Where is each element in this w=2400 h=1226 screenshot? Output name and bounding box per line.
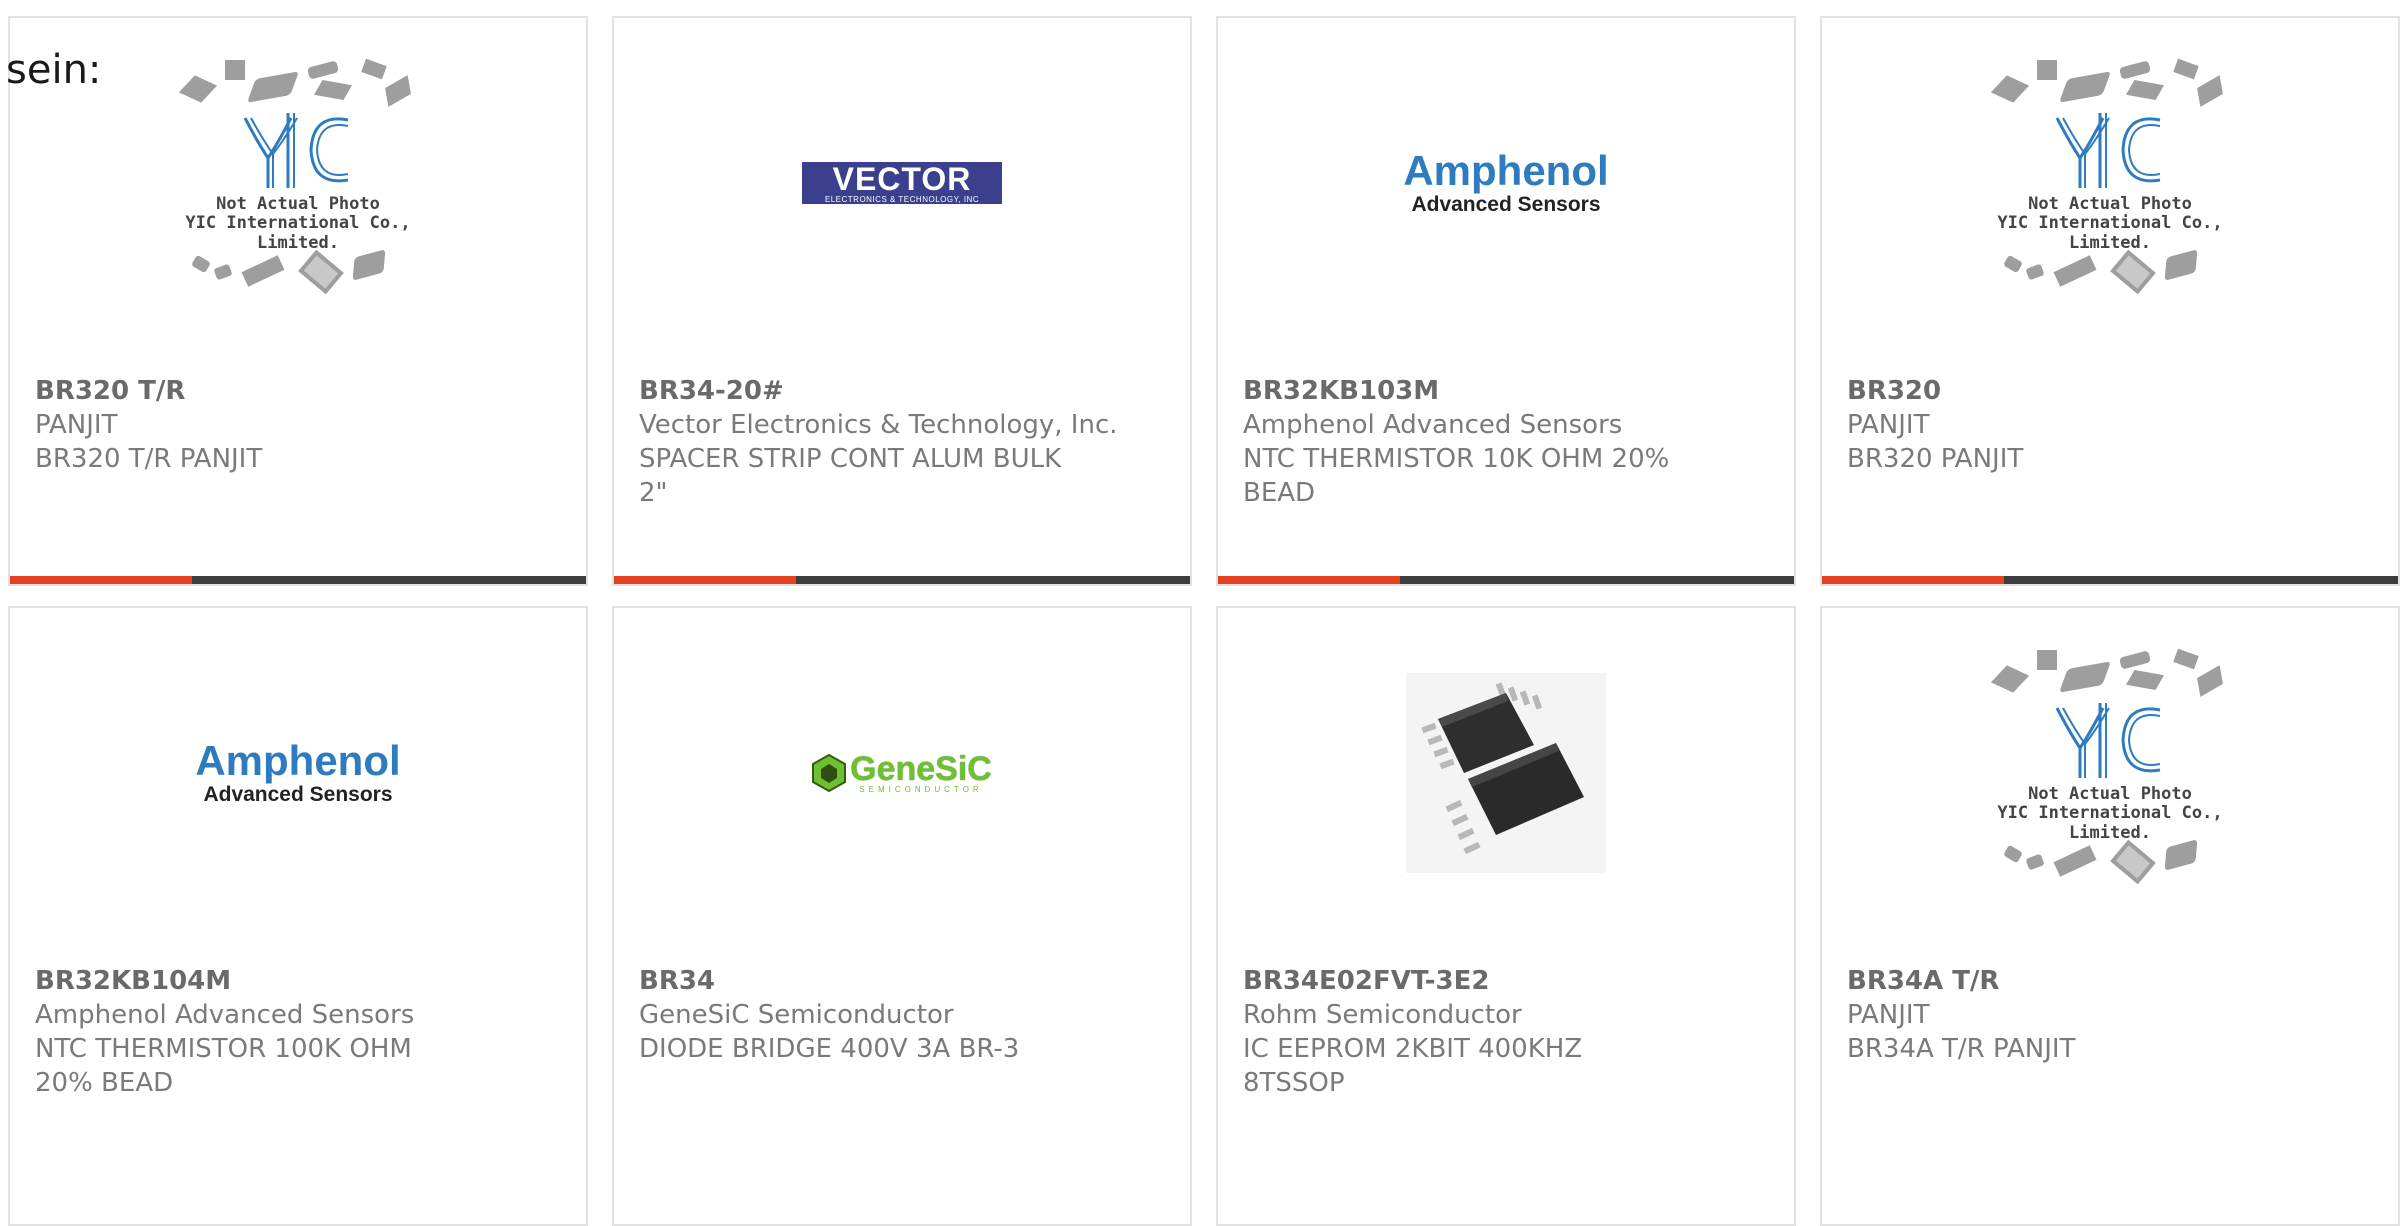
vector-logo: VECTOR ELECTRONICS & TECHNOLOGY, INC	[802, 162, 1002, 204]
product-card[interactable]: Amphenol Advanced Sensors BR32KB103M Amph…	[1216, 16, 1796, 586]
product-info: BR34A T/R PANJIT BR34A T/R PANJIT	[1847, 964, 2367, 1066]
product-image[interactable]: Amphenol Advanced Sensors	[1218, 18, 1794, 348]
product-description: DIODE BRIDGE 400V 3A BR-3	[639, 1034, 1020, 1064]
chip-photo	[1406, 673, 1606, 873]
placeholder-line1: Not Actual Photo	[2028, 194, 2192, 214]
placeholder-image: Not Actual Photo YIC International Co., …	[1975, 648, 2245, 898]
product-image[interactable]: Amphenol Advanced Sensors	[10, 608, 586, 938]
product-card[interactable]: Amphenol Advanced Sensors BR32KB104M Amph…	[8, 606, 588, 1226]
card-bottom-bar	[1822, 576, 2398, 584]
product-image[interactable]: Not Actual Photo YIC International Co., …	[1822, 608, 2398, 938]
product-card[interactable]: Not Actual Photo YIC International Co., …	[8, 16, 588, 586]
product-manufacturer: GeneSiC Semiconductor	[639, 1000, 954, 1030]
product-card[interactable]: BR34E02FVT-3E2 Rohm Semiconductor IC EEPRO…	[1216, 606, 1796, 1226]
product-card[interactable]: Not Actual Photo YIC International Co., …	[1820, 16, 2400, 586]
card-bottom-bar	[10, 576, 586, 584]
tssop-chip-icon	[1421, 682, 1584, 855]
product-part-number[interactable]: BR34E02FVT-3E2	[1243, 964, 1763, 998]
genesic-logo: GeneSiC SEMICONDUCTOR	[812, 749, 992, 794]
placeholder-image: Not Actual Photo YIC International Co., …	[1975, 58, 2245, 308]
product-manufacturer: Amphenol Advanced Sensors	[1243, 410, 1623, 440]
placeholder-line2: YIC International Co., Limited.	[1997, 213, 2223, 253]
product-part-number[interactable]: BR34-20#	[639, 374, 1159, 408]
product-part-number[interactable]: BR320 T/R	[35, 374, 555, 408]
genesic-logo-sub: SEMICONDUCTOR	[859, 784, 983, 794]
placeholder-line2: YIC International Co., Limited.	[185, 213, 411, 253]
placeholder-line2: YIC International Co., Limited.	[1997, 803, 2223, 843]
product-manufacturer: PANJIT	[1847, 410, 1930, 440]
product-manufacturer: Rohm Semiconductor	[1243, 1000, 1522, 1030]
product-description: BR34A T/R PANJIT	[1847, 1034, 2076, 1064]
vector-logo-main: VECTOR	[832, 161, 972, 197]
product-manufacturer: PANJIT	[35, 410, 118, 440]
product-info: BR34 GeneSiC Semiconductor DIODE BRIDGE 40…	[639, 964, 1159, 1066]
product-card[interactable]: Not Actual Photo YIC International Co., …	[1820, 606, 2400, 1226]
amphenol-logo: Amphenol Advanced Sensors	[195, 739, 400, 807]
amphenol-logo: Amphenol Advanced Sensors	[1403, 149, 1608, 217]
product-part-number[interactable]: BR32KB104M	[35, 964, 555, 998]
card-accent-bar	[614, 576, 796, 584]
product-card[interactable]: VECTOR ELECTRONICS & TECHNOLOGY, INC BR3…	[612, 16, 1192, 586]
card-accent-bar	[1822, 576, 2004, 584]
card-accent-bar	[1218, 576, 1400, 584]
product-image[interactable]: Not Actual Photo YIC International Co., …	[1822, 18, 2398, 348]
product-description: NTC THERMISTOR 100K OHM 20% BEAD	[35, 1034, 412, 1098]
product-info: BR32KB103M Amphenol Advanced Sensors NTC T…	[1243, 374, 1763, 510]
genesic-logo-main: GeneSiC	[850, 749, 992, 788]
lead-text: sein:	[6, 47, 102, 93]
product-image[interactable]	[1218, 608, 1794, 938]
card-accent-bar	[10, 576, 192, 584]
amphenol-logo-sub: Advanced Sensors	[203, 783, 393, 806]
product-manufacturer: Amphenol Advanced Sensors	[35, 1000, 415, 1030]
product-info: BR320 PANJIT BR320 PANJIT	[1847, 374, 2367, 476]
product-part-number[interactable]: BR32KB103M	[1243, 374, 1763, 408]
product-info: BR32KB104M Amphenol Advanced Sensors NTC T…	[35, 964, 555, 1100]
placeholder-line1: Not Actual Photo	[2028, 784, 2192, 804]
placeholder-image: Not Actual Photo YIC International Co., …	[163, 58, 433, 308]
product-manufacturer: Vector Electronics & Technology, Inc.	[639, 410, 1118, 440]
product-manufacturer: PANJIT	[1847, 1000, 1930, 1030]
amphenol-logo-main: Amphenol	[195, 737, 401, 784]
product-part-number[interactable]: BR34	[639, 964, 1159, 998]
product-description: BR320 T/R PANJIT	[35, 444, 263, 474]
product-image[interactable]: VECTOR ELECTRONICS & TECHNOLOGY, INC	[614, 18, 1190, 348]
amphenol-logo-main: Amphenol	[1403, 147, 1609, 194]
product-description: BR320 PANJIT	[1847, 444, 2024, 474]
product-part-number[interactable]: BR320	[1847, 374, 2367, 408]
product-card[interactable]: GeneSiC SEMICONDUCTOR BR34 GeneSiC Semico…	[612, 606, 1192, 1226]
product-part-number[interactable]: BR34A T/R	[1847, 964, 2367, 998]
product-description: SPACER STRIP CONT ALUM BULK 2"	[639, 444, 1062, 508]
product-info: BR34E02FVT-3E2 Rohm Semiconductor IC EEPRO…	[1243, 964, 1763, 1100]
card-bottom-bar	[1218, 576, 1794, 584]
placeholder-line1: Not Actual Photo	[216, 194, 380, 214]
card-bottom-bar	[614, 576, 1190, 584]
product-description: IC EEPROM 2KBIT 400KHZ 8TSSOP	[1243, 1034, 1583, 1098]
amphenol-logo-sub: Advanced Sensors	[1411, 193, 1601, 216]
product-info: BR320 T/R PANJIT BR320 T/R PANJIT	[35, 374, 555, 476]
product-info: BR34-20# Vector Electronics & Technology,…	[639, 374, 1159, 510]
product-description: NTC THERMISTOR 10K OHM 20% BEAD	[1243, 444, 1670, 508]
genesic-hex-icon	[812, 754, 847, 792]
product-image[interactable]: GeneSiC SEMICONDUCTOR	[614, 608, 1190, 938]
vector-logo-sub: ELECTRONICS & TECHNOLOGY, INC	[824, 195, 980, 204]
